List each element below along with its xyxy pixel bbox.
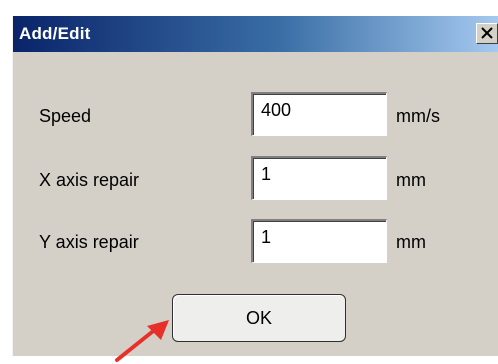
dialog-title: Add/Edit xyxy=(19,24,91,43)
close-icon xyxy=(481,27,493,39)
y-axis-repair-label: Y axis repair xyxy=(39,232,139,252)
add-edit-dialog: Add/Edit Speed 400 mm/s X axis repair 1 … xyxy=(12,16,498,362)
y-axis-repair-unit: mm xyxy=(396,232,426,252)
speed-input[interactable]: 400 xyxy=(251,92,387,136)
x-axis-repair-unit: mm xyxy=(396,170,426,190)
speed-label: Speed xyxy=(39,106,92,126)
ok-button[interactable]: OK xyxy=(172,294,346,342)
red-arrow-icon xyxy=(115,320,169,362)
close-button[interactable] xyxy=(476,23,498,44)
x-axis-repair-input[interactable]: 1 xyxy=(251,156,387,200)
speed-unit: mm/s xyxy=(396,106,440,126)
x-axis-repair-label: X axis repair xyxy=(39,170,140,190)
title-bar[interactable]: Add/Edit xyxy=(13,16,498,52)
y-axis-repair-input[interactable]: 1 xyxy=(251,219,387,263)
